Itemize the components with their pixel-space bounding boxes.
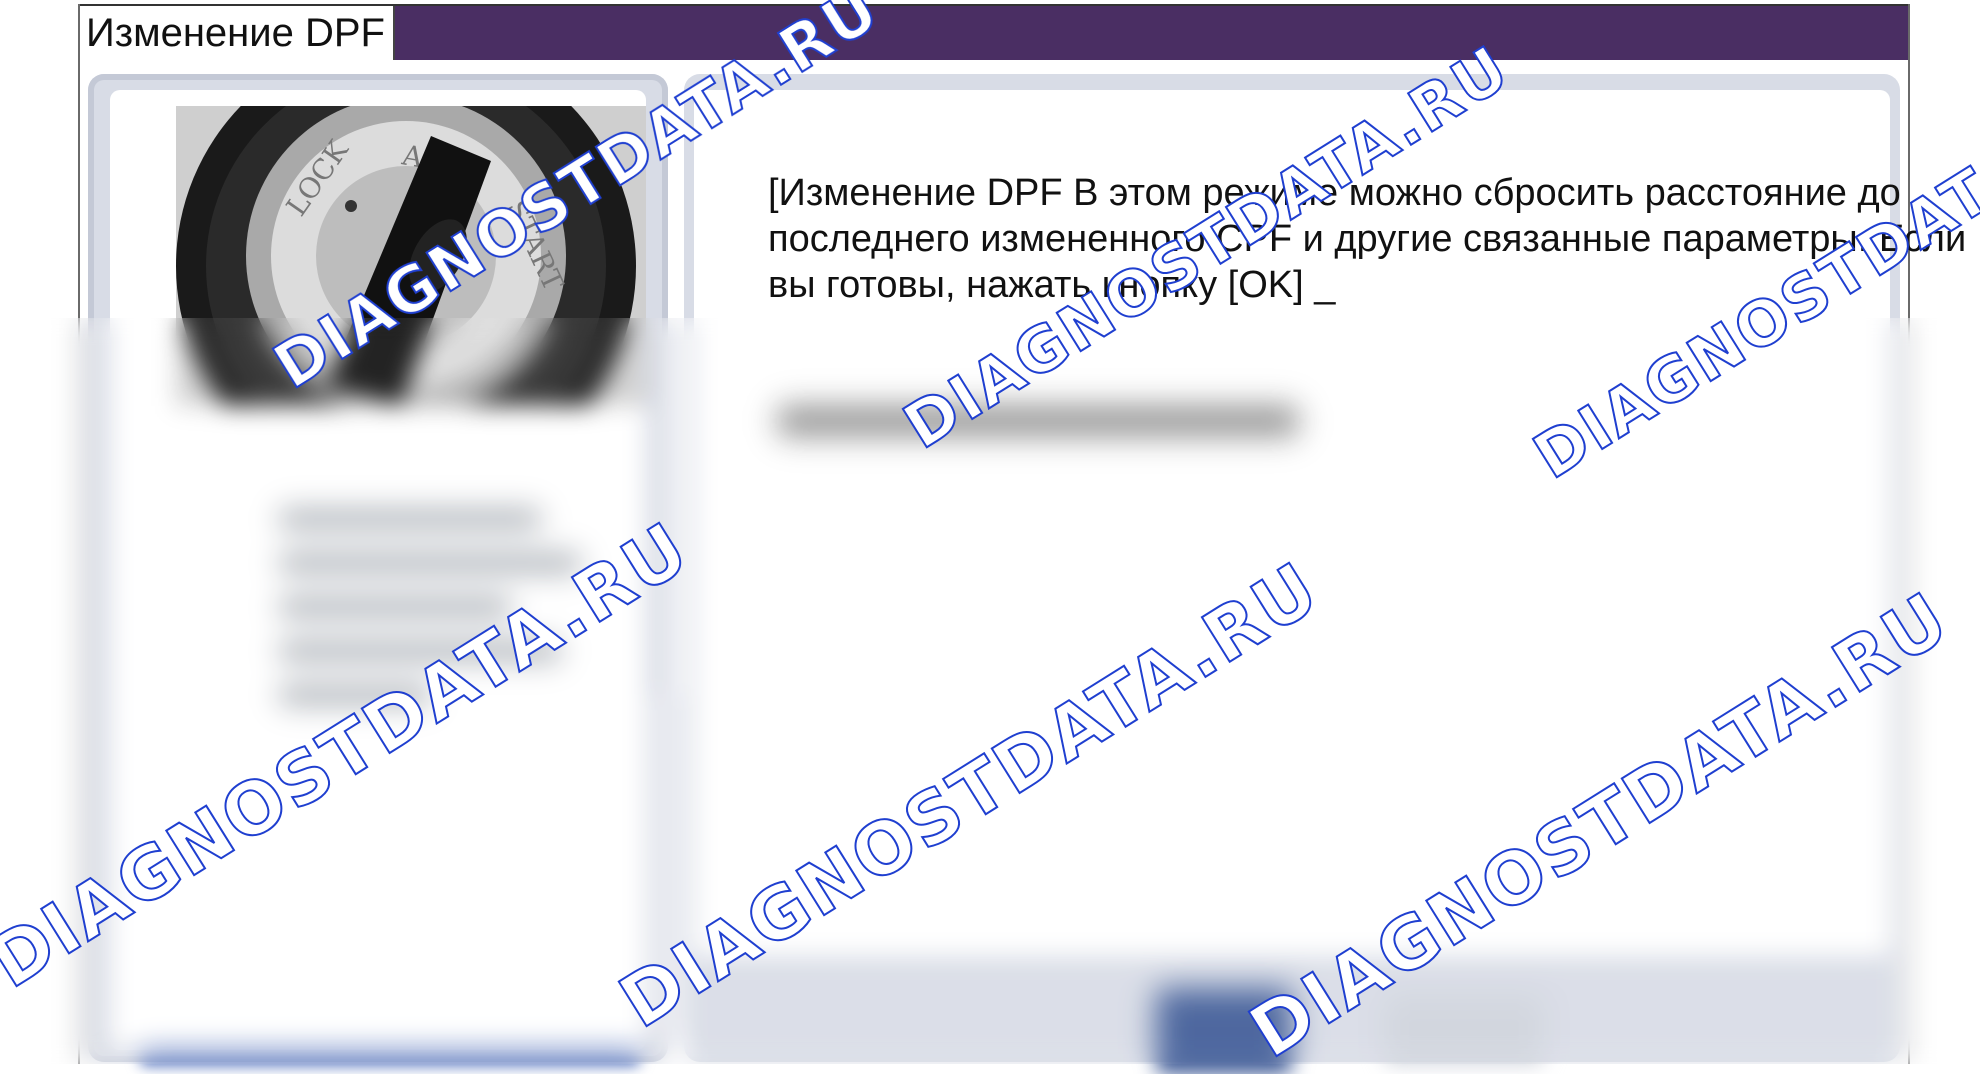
dialog-window: Изменение DPF LOCK ACC START [78,4,1966,1074]
cancel-button[interactable] [1384,994,1544,1064]
title-bar: Изменение DPF [80,4,1908,60]
window-title: Изменение DPF [80,6,395,60]
blurred-status-line [778,406,1298,436]
